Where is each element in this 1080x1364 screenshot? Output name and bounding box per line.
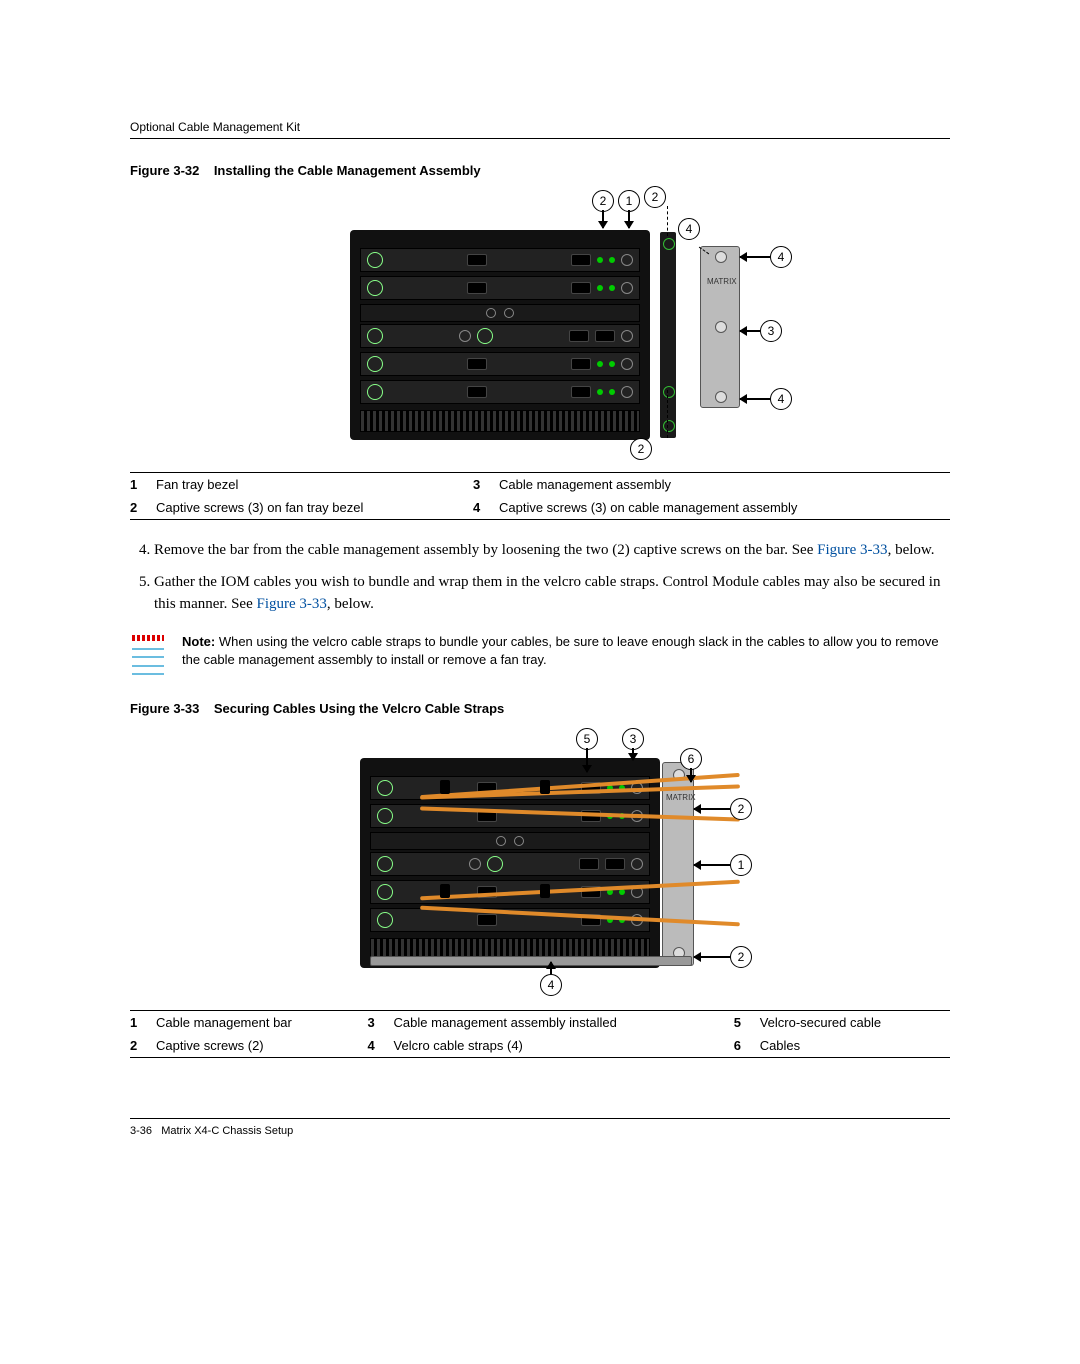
note-block: Note: When using the velcro cable straps… bbox=[130, 633, 950, 677]
page-number: 3-36 bbox=[130, 1125, 152, 1137]
figure-33-caption: Figure 3-33 Securing Cables Using the Ve… bbox=[130, 701, 950, 716]
figure-32-legend: 1Fan tray bezel 3Cable management assemb… bbox=[130, 472, 950, 520]
figure-32-caption: Figure 3-32 Installing the Cable Managem… bbox=[130, 163, 950, 178]
note-text: When using the velcro cable straps to bu… bbox=[182, 634, 939, 667]
figure-33-prefix: Figure 3-33 bbox=[130, 701, 199, 716]
callout-1: 1 bbox=[730, 854, 752, 876]
callout-3: 3 bbox=[622, 728, 644, 750]
figure-33-link[interactable]: Figure 3-33 bbox=[817, 542, 887, 558]
figure-33-link[interactable]: Figure 3-33 bbox=[256, 596, 326, 612]
callout-5: 5 bbox=[576, 728, 598, 750]
callout-4: 4 bbox=[540, 974, 562, 996]
note-icon bbox=[130, 633, 166, 677]
callout-1: 1 bbox=[618, 190, 640, 212]
page-footer: 3-36 Matrix X4-C Chassis Setup bbox=[130, 1118, 950, 1137]
callout-4b: 4 bbox=[770, 246, 792, 268]
figure-33-legend: 1Cable management bar 3Cable management … bbox=[130, 1010, 950, 1058]
callout-6: 6 bbox=[680, 748, 702, 770]
callout-2a: 2 bbox=[730, 798, 752, 820]
callout-2a: 2 bbox=[592, 190, 614, 212]
note-label: Note: bbox=[182, 634, 215, 649]
footer-title: Matrix X4-C Chassis Setup bbox=[161, 1125, 293, 1137]
callout-4c: 4 bbox=[770, 388, 792, 410]
cable-management-bar-icon bbox=[370, 956, 692, 966]
callout-2b: 2 bbox=[730, 946, 752, 968]
cable-management-assembly-icon: MATRIX bbox=[700, 246, 740, 408]
callout-2c: 2 bbox=[630, 438, 652, 460]
figure-32-prefix: Figure 3-32 bbox=[130, 163, 199, 178]
cable-management-assembly-installed-icon: MATRIX bbox=[662, 762, 694, 966]
figure-32-title: Installing the Cable Management Assembly bbox=[214, 163, 481, 178]
figure-32-diagram: MATRIX 1 2 2 2 3 4 4 4 bbox=[260, 190, 820, 460]
callout-4a: 4 bbox=[678, 218, 700, 240]
callout-2b: 2 bbox=[644, 186, 666, 208]
figure-33-title: Securing Cables Using the Velcro Cable S… bbox=[214, 701, 504, 716]
step-4: Remove the bar from the cable management… bbox=[154, 540, 950, 562]
step-list: Remove the bar from the cable management… bbox=[130, 540, 950, 615]
step-5: Gather the IOM cables you wish to bundle… bbox=[154, 572, 950, 616]
callout-3: 3 bbox=[760, 320, 782, 342]
figure-33-diagram: MATRIX 5 3 6 2 2 1 4 bbox=[260, 728, 820, 998]
section-header: Optional Cable Management Kit bbox=[130, 120, 950, 139]
